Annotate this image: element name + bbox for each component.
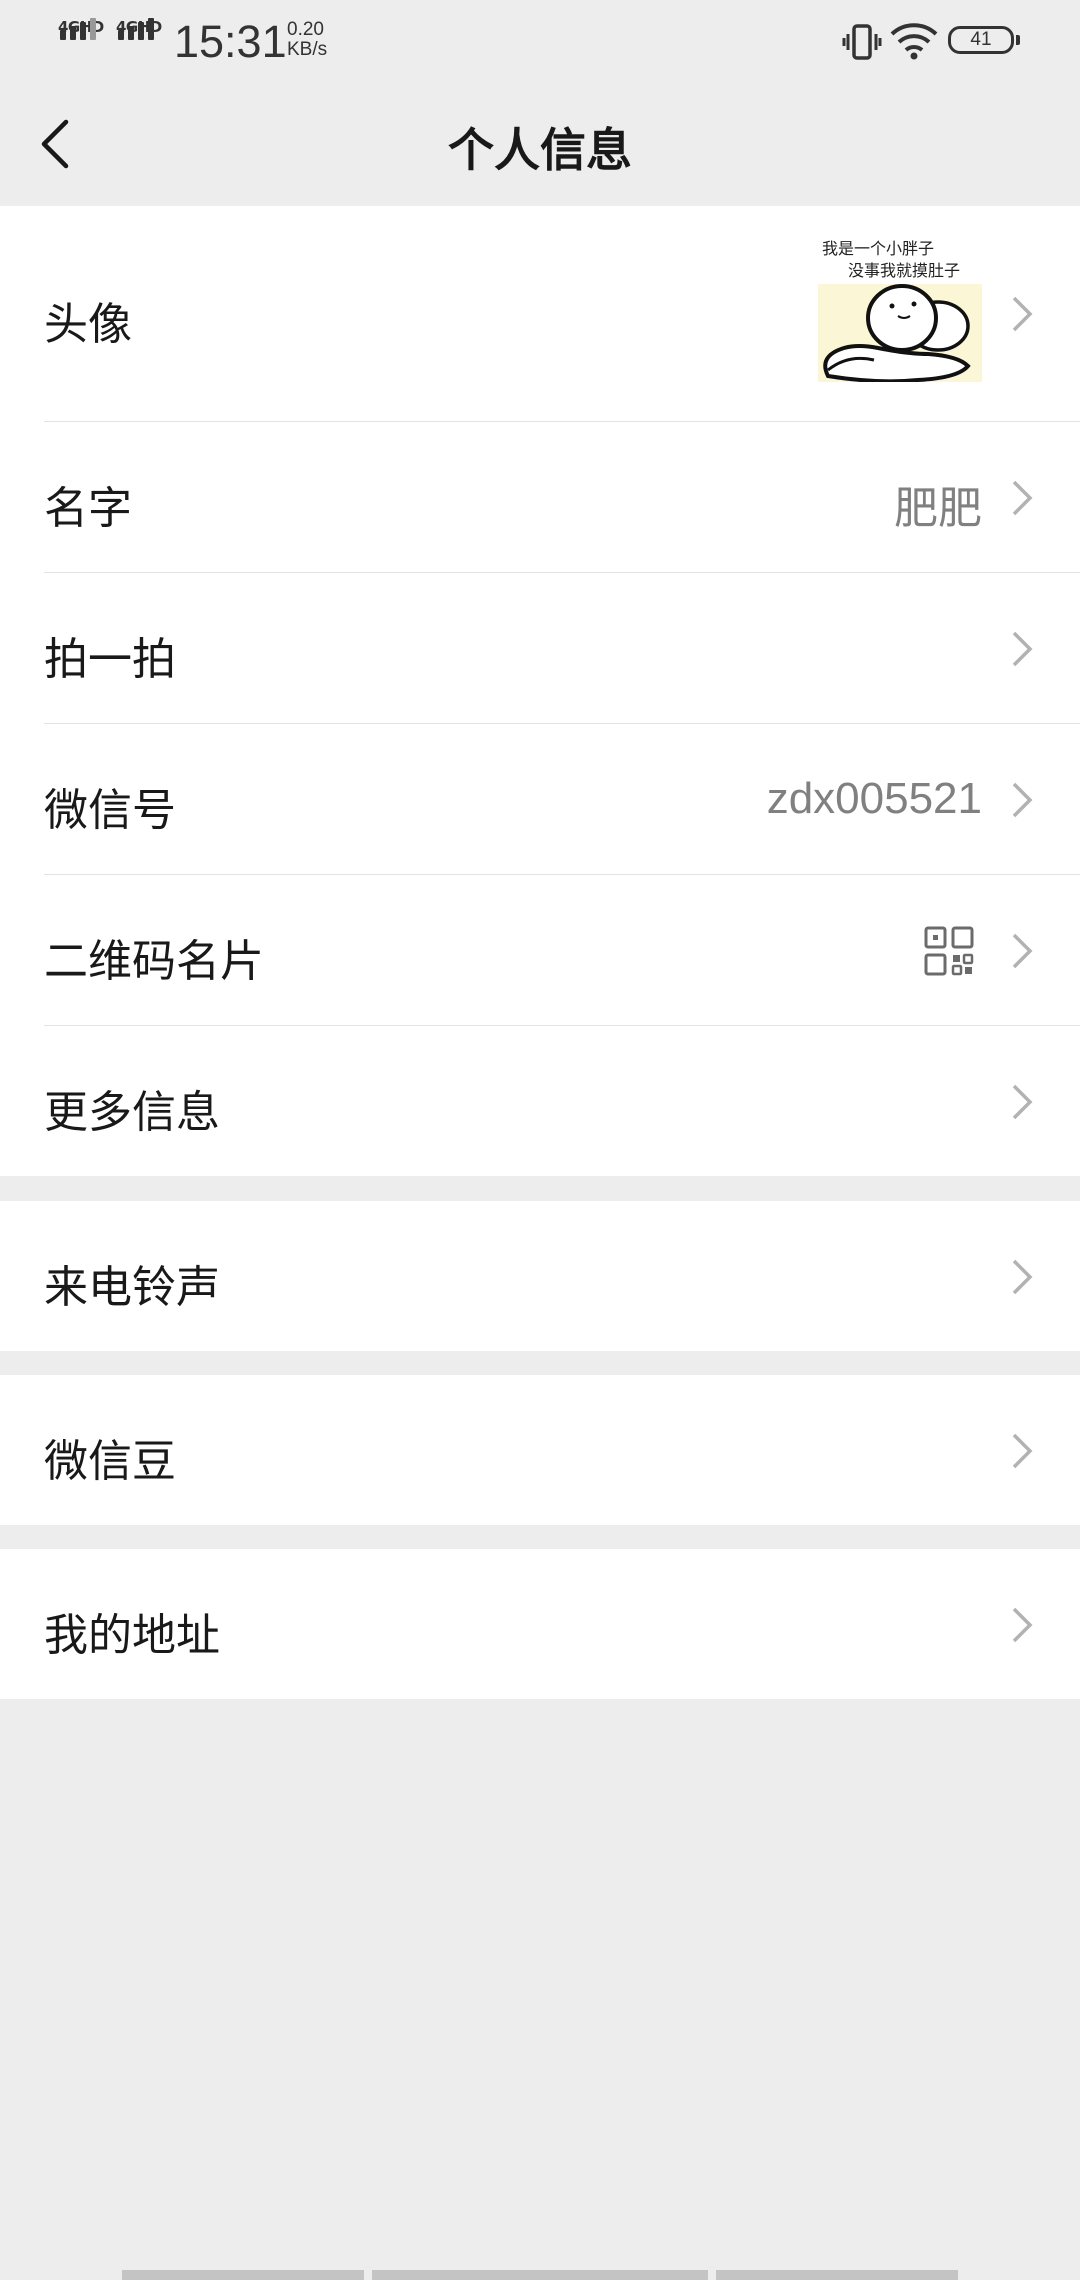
- pat-row[interactable]: 拍一拍: [0, 573, 1080, 724]
- ringtone-group: 来电铃声: [0, 1201, 1080, 1351]
- qr-code-row[interactable]: 二维码名片: [0, 875, 1080, 1026]
- network-speed-value: 0.20: [287, 19, 324, 40]
- qr-code-label: 二维码名片: [44, 936, 264, 987]
- gesture-bar-center[interactable]: [372, 2270, 708, 2280]
- gesture-bar-right[interactable]: [716, 2270, 958, 2280]
- chevron-right-icon: [1012, 480, 1033, 516]
- name-label: 名字: [44, 483, 132, 534]
- chevron-right-icon: [1012, 296, 1033, 332]
- ringtone-label: 来电铃声: [44, 1262, 220, 1313]
- more-info-row[interactable]: 更多信息: [0, 1026, 1080, 1176]
- avatar-row[interactable]: 头像 我是一个小胖子 没事我就摸肚子: [0, 206, 1080, 422]
- nav-bar: 个人信息: [0, 84, 1080, 206]
- wechat-id-value: zdx005521: [766, 774, 982, 823]
- chevron-right-icon: [1012, 1259, 1033, 1295]
- battery-icon: 41: [948, 26, 1020, 54]
- chevron-right-icon: [1012, 933, 1033, 969]
- pat-label: 拍一拍: [44, 634, 176, 685]
- status-bar: 4GHD 4GHD 15:31 0.20 KB/s 41: [0, 0, 1080, 84]
- more-info-label: 更多信息: [44, 1087, 220, 1138]
- chevron-right-icon: [1012, 1607, 1033, 1643]
- address-label: 我的地址: [44, 1610, 220, 1661]
- wechat-beans-label: 微信豆: [44, 1436, 176, 1487]
- wechat-id-row[interactable]: 微信号 zdx005521: [0, 724, 1080, 875]
- name-value: 肥肥: [894, 484, 982, 533]
- chevron-right-icon: [1012, 782, 1033, 818]
- address-row[interactable]: 我的地址: [0, 1549, 1080, 1699]
- gesture-bar-left[interactable]: [122, 2270, 364, 2280]
- page-title: 个人信息: [448, 123, 632, 177]
- name-row[interactable]: 名字 肥肥: [0, 422, 1080, 573]
- wechat-beans-row[interactable]: 微信豆: [0, 1375, 1080, 1525]
- wifi-icon: [890, 23, 938, 60]
- vibrate-icon: [842, 24, 882, 60]
- wechat-id-label: 微信号: [44, 785, 176, 836]
- avatar-label: 头像: [44, 299, 132, 350]
- address-group: 我的地址: [0, 1549, 1080, 1699]
- profile-group: 头像 我是一个小胖子 没事我就摸肚子 名字 肥肥 拍一拍 微信号 zdx0055…: [0, 206, 1080, 1176]
- chevron-right-icon: [1012, 1084, 1033, 1120]
- avatar-caption-line2: 没事我就摸肚子: [848, 261, 960, 280]
- chevron-right-icon: [1012, 1433, 1033, 1469]
- avatar-caption-line1: 我是一个小胖子: [822, 239, 934, 258]
- qr-code-icon: [924, 926, 974, 976]
- network-speed: 0.20 KB/s: [287, 20, 327, 60]
- ringtone-row[interactable]: 来电铃声: [0, 1201, 1080, 1351]
- network-speed-unit: KB/s: [287, 39, 328, 60]
- avatar: 我是一个小胖子 没事我就摸肚子: [818, 236, 982, 382]
- wechat-beans-group: 微信豆: [0, 1375, 1080, 1525]
- chevron-right-icon: [1012, 631, 1033, 667]
- status-time: 15:31: [174, 16, 287, 67]
